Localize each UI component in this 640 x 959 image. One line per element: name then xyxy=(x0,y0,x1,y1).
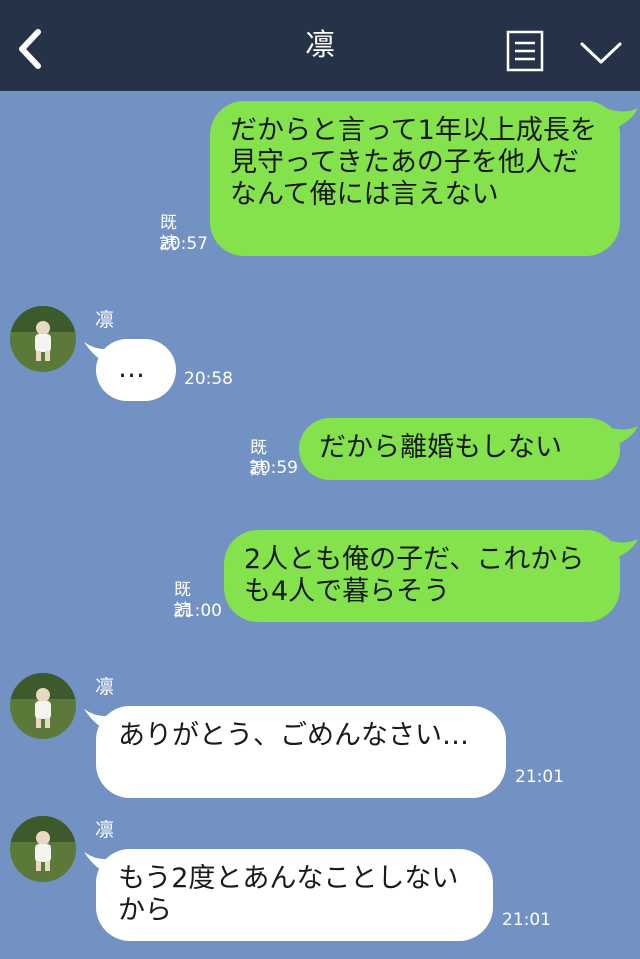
avatar-image xyxy=(10,306,76,372)
message-time: 20:58 xyxy=(184,369,233,389)
sender-name: 凛 xyxy=(95,309,115,331)
list-icon xyxy=(506,30,544,72)
message-time: 21:00 xyxy=(173,601,222,621)
message-bubble[interactable]: … xyxy=(96,339,176,401)
avatar[interactable] xyxy=(10,816,76,882)
message-time: 21:01 xyxy=(502,910,551,930)
sender-name: 凛 xyxy=(95,819,115,841)
message-bubble[interactable]: 2人とも俺の子だ、これからも4人で暮らそう xyxy=(224,530,620,622)
avatar-image xyxy=(10,673,76,739)
message-bubble[interactable]: もう2度とあんなことしないから xyxy=(96,849,493,941)
message-bubble[interactable]: ありがとう、ごめんなさい… xyxy=(96,706,506,798)
avatar[interactable] xyxy=(10,673,76,739)
chat-title: 凛 xyxy=(305,28,335,63)
chat-header: 凛 xyxy=(0,0,640,91)
more-options-button[interactable] xyxy=(578,38,624,68)
menu-button[interactable] xyxy=(506,30,544,72)
message-bubble[interactable]: だからと言って1年以上成長を見守ってきたあの子を他人だなんて俺には言えない xyxy=(210,101,620,256)
message-time: 20:57 xyxy=(159,234,208,254)
avatar-image xyxy=(10,816,76,882)
message-bubble[interactable]: だから離婚もしない xyxy=(299,418,620,480)
message-time: 21:01 xyxy=(515,767,564,787)
sender-name: 凛 xyxy=(95,676,115,698)
avatar[interactable] xyxy=(10,306,76,372)
message-time: 20:59 xyxy=(249,458,298,478)
chevron-down-icon xyxy=(580,42,622,64)
